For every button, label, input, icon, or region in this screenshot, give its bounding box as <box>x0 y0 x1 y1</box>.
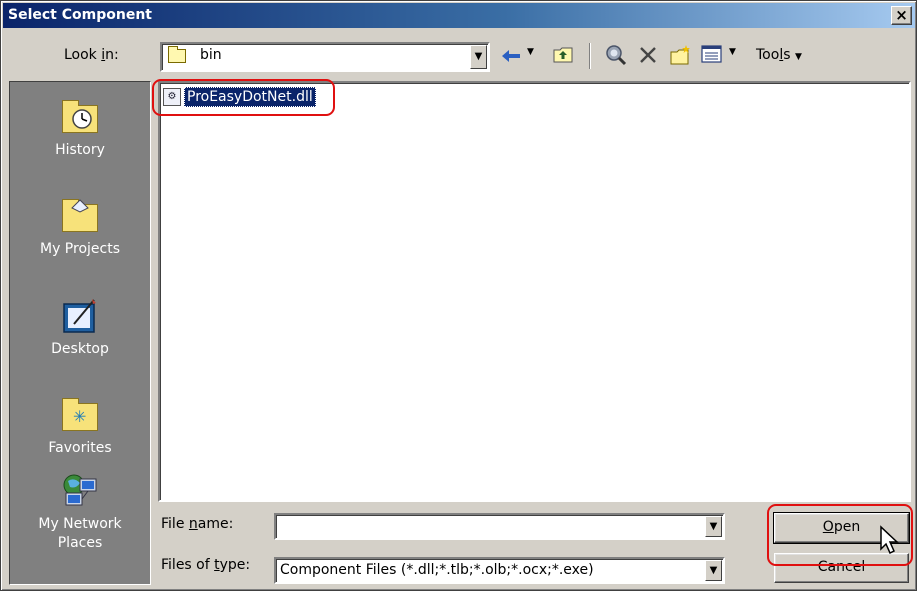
views-dropdown-icon: ▼ <box>729 47 736 57</box>
back-button[interactable]: ▼ <box>500 45 540 67</box>
close-icon: × <box>895 6 908 24</box>
place-my-network-places[interactable]: My Network Places <box>10 473 150 553</box>
chevron-down-icon: ▼ <box>709 521 718 532</box>
place-my-projects[interactable]: My Projects <box>10 198 150 259</box>
search-web-button[interactable] <box>605 44 629 68</box>
views-icon <box>701 45 722 63</box>
place-network-label-line1: My Network <box>38 516 122 532</box>
tools-label-suffix: s <box>783 47 791 63</box>
file-name-label-mnemonic: n <box>188 516 198 532</box>
back-dropdown-icon: ▼ <box>527 47 534 57</box>
cancel-button[interactable]: Cancel <box>774 553 909 583</box>
files-of-type-label: Files of type: <box>161 557 250 573</box>
tools-dropdown-icon: ▼ <box>794 52 802 62</box>
favorites-icon: ✳ <box>60 397 100 433</box>
file-name-combobox[interactable]: ▼ <box>274 513 725 540</box>
views-button[interactable]: ▼ <box>701 44 745 68</box>
open-button-label: pen <box>833 519 861 535</box>
files-of-type-dropdown-button[interactable]: ▼ <box>705 560 722 581</box>
dialog-title: Select Component <box>8 7 152 23</box>
look-in-dropdown-button[interactable]: ▼ <box>470 45 487 69</box>
place-my-projects-label: My Projects <box>39 241 120 257</box>
place-network-label-line2: Places <box>57 535 103 551</box>
delete-button[interactable] <box>637 44 661 68</box>
tools-menu[interactable]: Tools ▼ <box>756 47 802 63</box>
file-name-field-label: File name: <box>161 516 233 532</box>
up-one-level-button[interactable] <box>552 44 578 68</box>
toolbar-separator <box>589 43 591 69</box>
my-projects-doc-icon <box>71 199 89 213</box>
search-web-icon <box>606 45 627 66</box>
chevron-down-icon: ▼ <box>474 51 483 62</box>
files-of-type-label-prefix: Files of <box>161 557 215 573</box>
place-favorites[interactable]: ✳ Favorites <box>10 397 150 458</box>
place-history-label: History <box>55 142 105 158</box>
file-list[interactable]: ⚙ ProEasyDotNet.dll <box>158 81 911 502</box>
select-component-dialog: Select Component × Look in: bin ▼ ▼ ▼ To… <box>0 0 917 591</box>
desktop-drawing-icon <box>63 299 96 333</box>
file-name-label: ProEasyDotNet.dll <box>184 87 316 107</box>
list-item[interactable]: ⚙ ProEasyDotNet.dll <box>163 86 316 108</box>
up-folder-icon <box>553 47 573 63</box>
favorites-star-icon: ✳ <box>73 407 87 426</box>
delete-icon <box>640 47 656 63</box>
create-new-folder-button[interactable] <box>669 44 695 68</box>
place-desktop-label: Desktop <box>51 341 109 357</box>
look-in-label-suffix: n: <box>105 47 119 63</box>
open-button-mnemonic: O <box>822 519 834 535</box>
title-bar[interactable]: Select Component × <box>3 3 915 28</box>
folder-icon <box>168 46 186 63</box>
close-button[interactable]: × <box>891 6 912 25</box>
back-arrow-icon <box>502 50 520 62</box>
desktop-icon <box>60 298 100 334</box>
place-history[interactable]: History <box>10 99 150 160</box>
mouse-cursor-icon <box>880 525 899 555</box>
my-projects-icon <box>60 198 100 234</box>
network-computers-icon <box>63 474 97 506</box>
dll-file-icon: ⚙ <box>163 88 181 106</box>
files-of-type-value: Component Files (*.dll;*.tlb;*.olb;*.ocx… <box>280 562 594 578</box>
file-name-label-suffix: ame: <box>197 516 234 532</box>
history-clock-icon <box>72 109 92 129</box>
file-name-dropdown-button[interactable]: ▼ <box>705 516 722 537</box>
chevron-down-icon: ▼ <box>709 565 718 576</box>
tools-label-prefix: Too <box>756 47 780 63</box>
look-in-combobox[interactable]: bin ▼ <box>160 42 490 72</box>
look-in-label: Look in: <box>64 47 119 63</box>
files-of-type-combobox[interactable]: Component Files (*.dll;*.tlb;*.olb;*.ocx… <box>274 557 725 584</box>
look-in-label-prefix: Look <box>64 47 102 63</box>
places-bar: History My Projects Desktop ✳ Favorites … <box>9 81 151 585</box>
look-in-value: bin <box>200 47 222 63</box>
network-places-icon <box>60 473 100 509</box>
place-desktop[interactable]: Desktop <box>10 298 150 359</box>
files-of-type-label-suffix: ype: <box>219 557 251 573</box>
cancel-button-label: Cancel <box>817 559 866 575</box>
place-favorites-label: Favorites <box>48 440 112 456</box>
new-folder-icon <box>670 45 690 65</box>
history-icon <box>60 99 100 135</box>
file-name-label-prefix: File <box>161 516 189 532</box>
